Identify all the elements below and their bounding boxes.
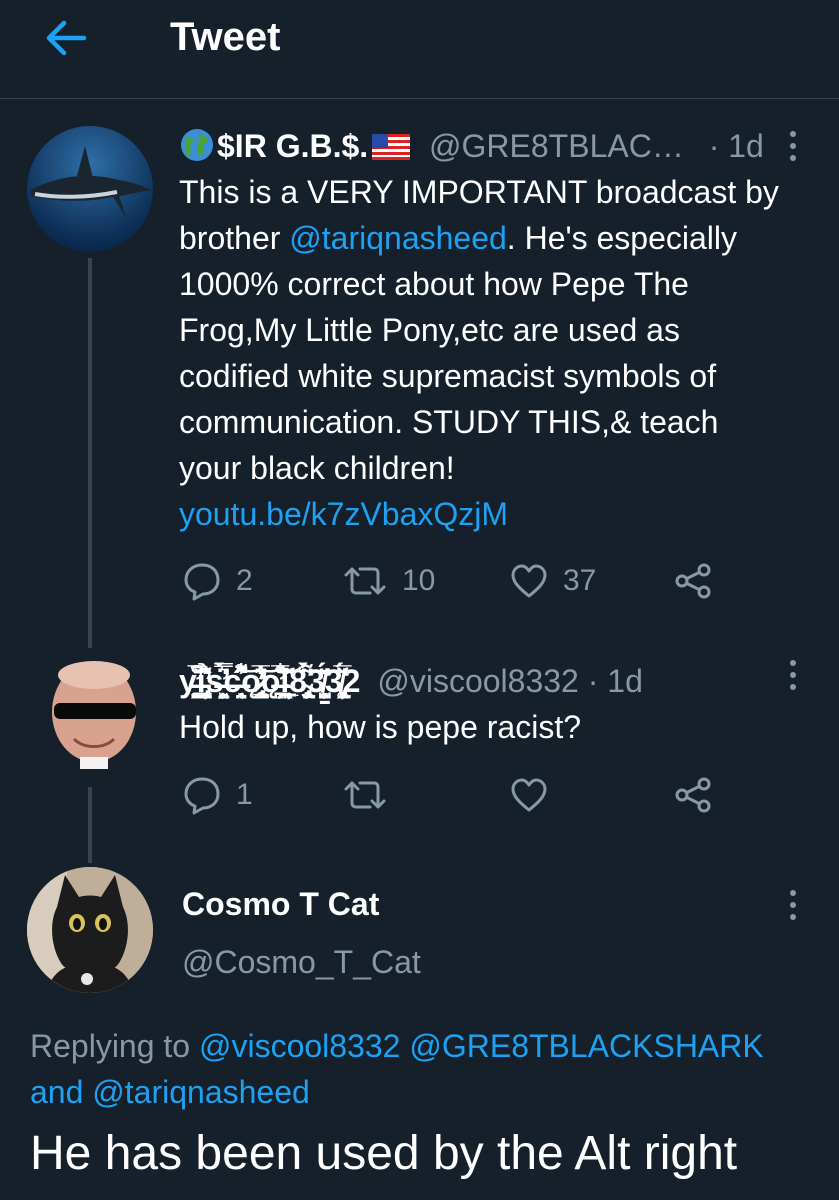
tweet2-handle[interactable]: @viscool8332 [377,663,578,699]
retweet-count: 10 [402,564,436,597]
tweet3-text: He has been used by the Alt right [30,1127,738,1180]
top-bar: Tweet [0,0,839,99]
mention-link[interactable]: @GRE8TBLACKSHARK [409,1028,763,1064]
tweet1-line: Frog,My Little Pony,etc are used as [179,312,680,348]
more-icon[interactable] [783,890,803,924]
cat-image [27,867,153,993]
like-button[interactable] [509,775,549,815]
tweet1-text: This is a VERY IMPORTANT broadcast by br… [179,169,829,537]
share-icon [675,563,711,599]
globe-icon [179,127,215,163]
avatar-cosmo-t-cat[interactable] [27,867,153,993]
reply-button[interactable]: 1 [182,775,253,815]
mention-link[interactable]: @viscool8332 [199,1028,400,1064]
tweet1-line: This is a VERY IMPORTANT broadcast by [179,174,779,210]
like-button[interactable]: 37 [509,561,596,601]
tweet2-text: Hold up, how is pepe racist? [179,709,581,745]
face-image [52,661,136,769]
thread-line [88,258,92,648]
youtube-link[interactable]: youtu.be/k7zVbaxQzjM [179,491,829,537]
more-icon[interactable] [783,131,803,165]
tweet1-line: brother @tariqnasheed. He's especially [179,215,829,261]
tweet2-time: · 1d [587,663,643,699]
tweet1-line: your black children! [179,450,455,486]
page-title: Tweet [170,15,281,59]
like-count: 37 [563,564,597,597]
avatar-gre8tblackshark[interactable] [27,126,153,252]
text-segment: . He's especially [506,220,737,256]
thread-line [88,787,92,863]
like-icon [511,564,547,598]
retweet-button[interactable] [342,775,388,815]
replying-prefix: Replying to [30,1028,199,1064]
more-icon[interactable] [783,660,803,694]
tweet1-handle[interactable]: @GRE8TBLAC… [429,128,684,164]
tweet3-author-name[interactable]: Cosmo T Cat [182,884,379,924]
tweet1-header: $IR G.B.$. @GRE8TBLAC… · 1d [179,126,764,166]
reply-and: and [30,1074,93,1110]
text-segment: brother [179,220,290,256]
reply-button[interactable]: 2 [182,561,253,601]
us-flag-icon [372,129,411,160]
back-arrow-icon[interactable] [44,18,88,58]
tweet1-author-name[interactable]: $IR G.B.$. [217,128,368,164]
tweet1-time: · 1d [708,128,764,164]
tweet1-line: 1000% correct about how Pepe The [179,266,689,302]
shark-image [31,146,151,220]
like-icon [511,778,547,812]
reply-icon [184,777,220,815]
reply-count: 1 [236,778,253,811]
share-button[interactable] [673,561,713,601]
retweet-icon [344,781,386,809]
share-icon [675,777,711,813]
reply-icon [184,563,220,601]
retweet-button[interactable]: 10 [342,561,435,601]
tweet1-line: communication. STUDY THIS,& teach [179,404,719,440]
avatar-viscool8332[interactable] [44,657,140,773]
tweet1-line: codified white supremacist symbols of [179,358,717,394]
replying-to: Replying to @viscool8332 @GRE8TBLACKSHAR… [30,1023,820,1115]
tweet2-header: ỵ̵̛̮̥͚̭̻̮͎̙͐̐̅̆̚i̵̡͖͕͖̪̝̘̦̭̮̾̑̆͐̉̌̂̕s̶̛͖… [179,661,643,701]
tweet2-author-name[interactable]: ỵ̵̛̮̥͚̭̻̮͎̙͐̐̅̆̚i̵̡͖͕͖̪̝̘̦̭̮̾̑̆͐̉̌̂̕s̶̛͖… [179,663,360,699]
mention-link[interactable]: @tariqnasheed [289,220,507,256]
tweet3-handle[interactable]: @Cosmo_T_Cat [182,942,421,982]
reply-count: 2 [236,564,253,597]
mention-link[interactable]: @tariqnasheed [92,1074,310,1110]
share-button[interactable] [673,775,713,815]
retweet-icon [344,567,386,595]
